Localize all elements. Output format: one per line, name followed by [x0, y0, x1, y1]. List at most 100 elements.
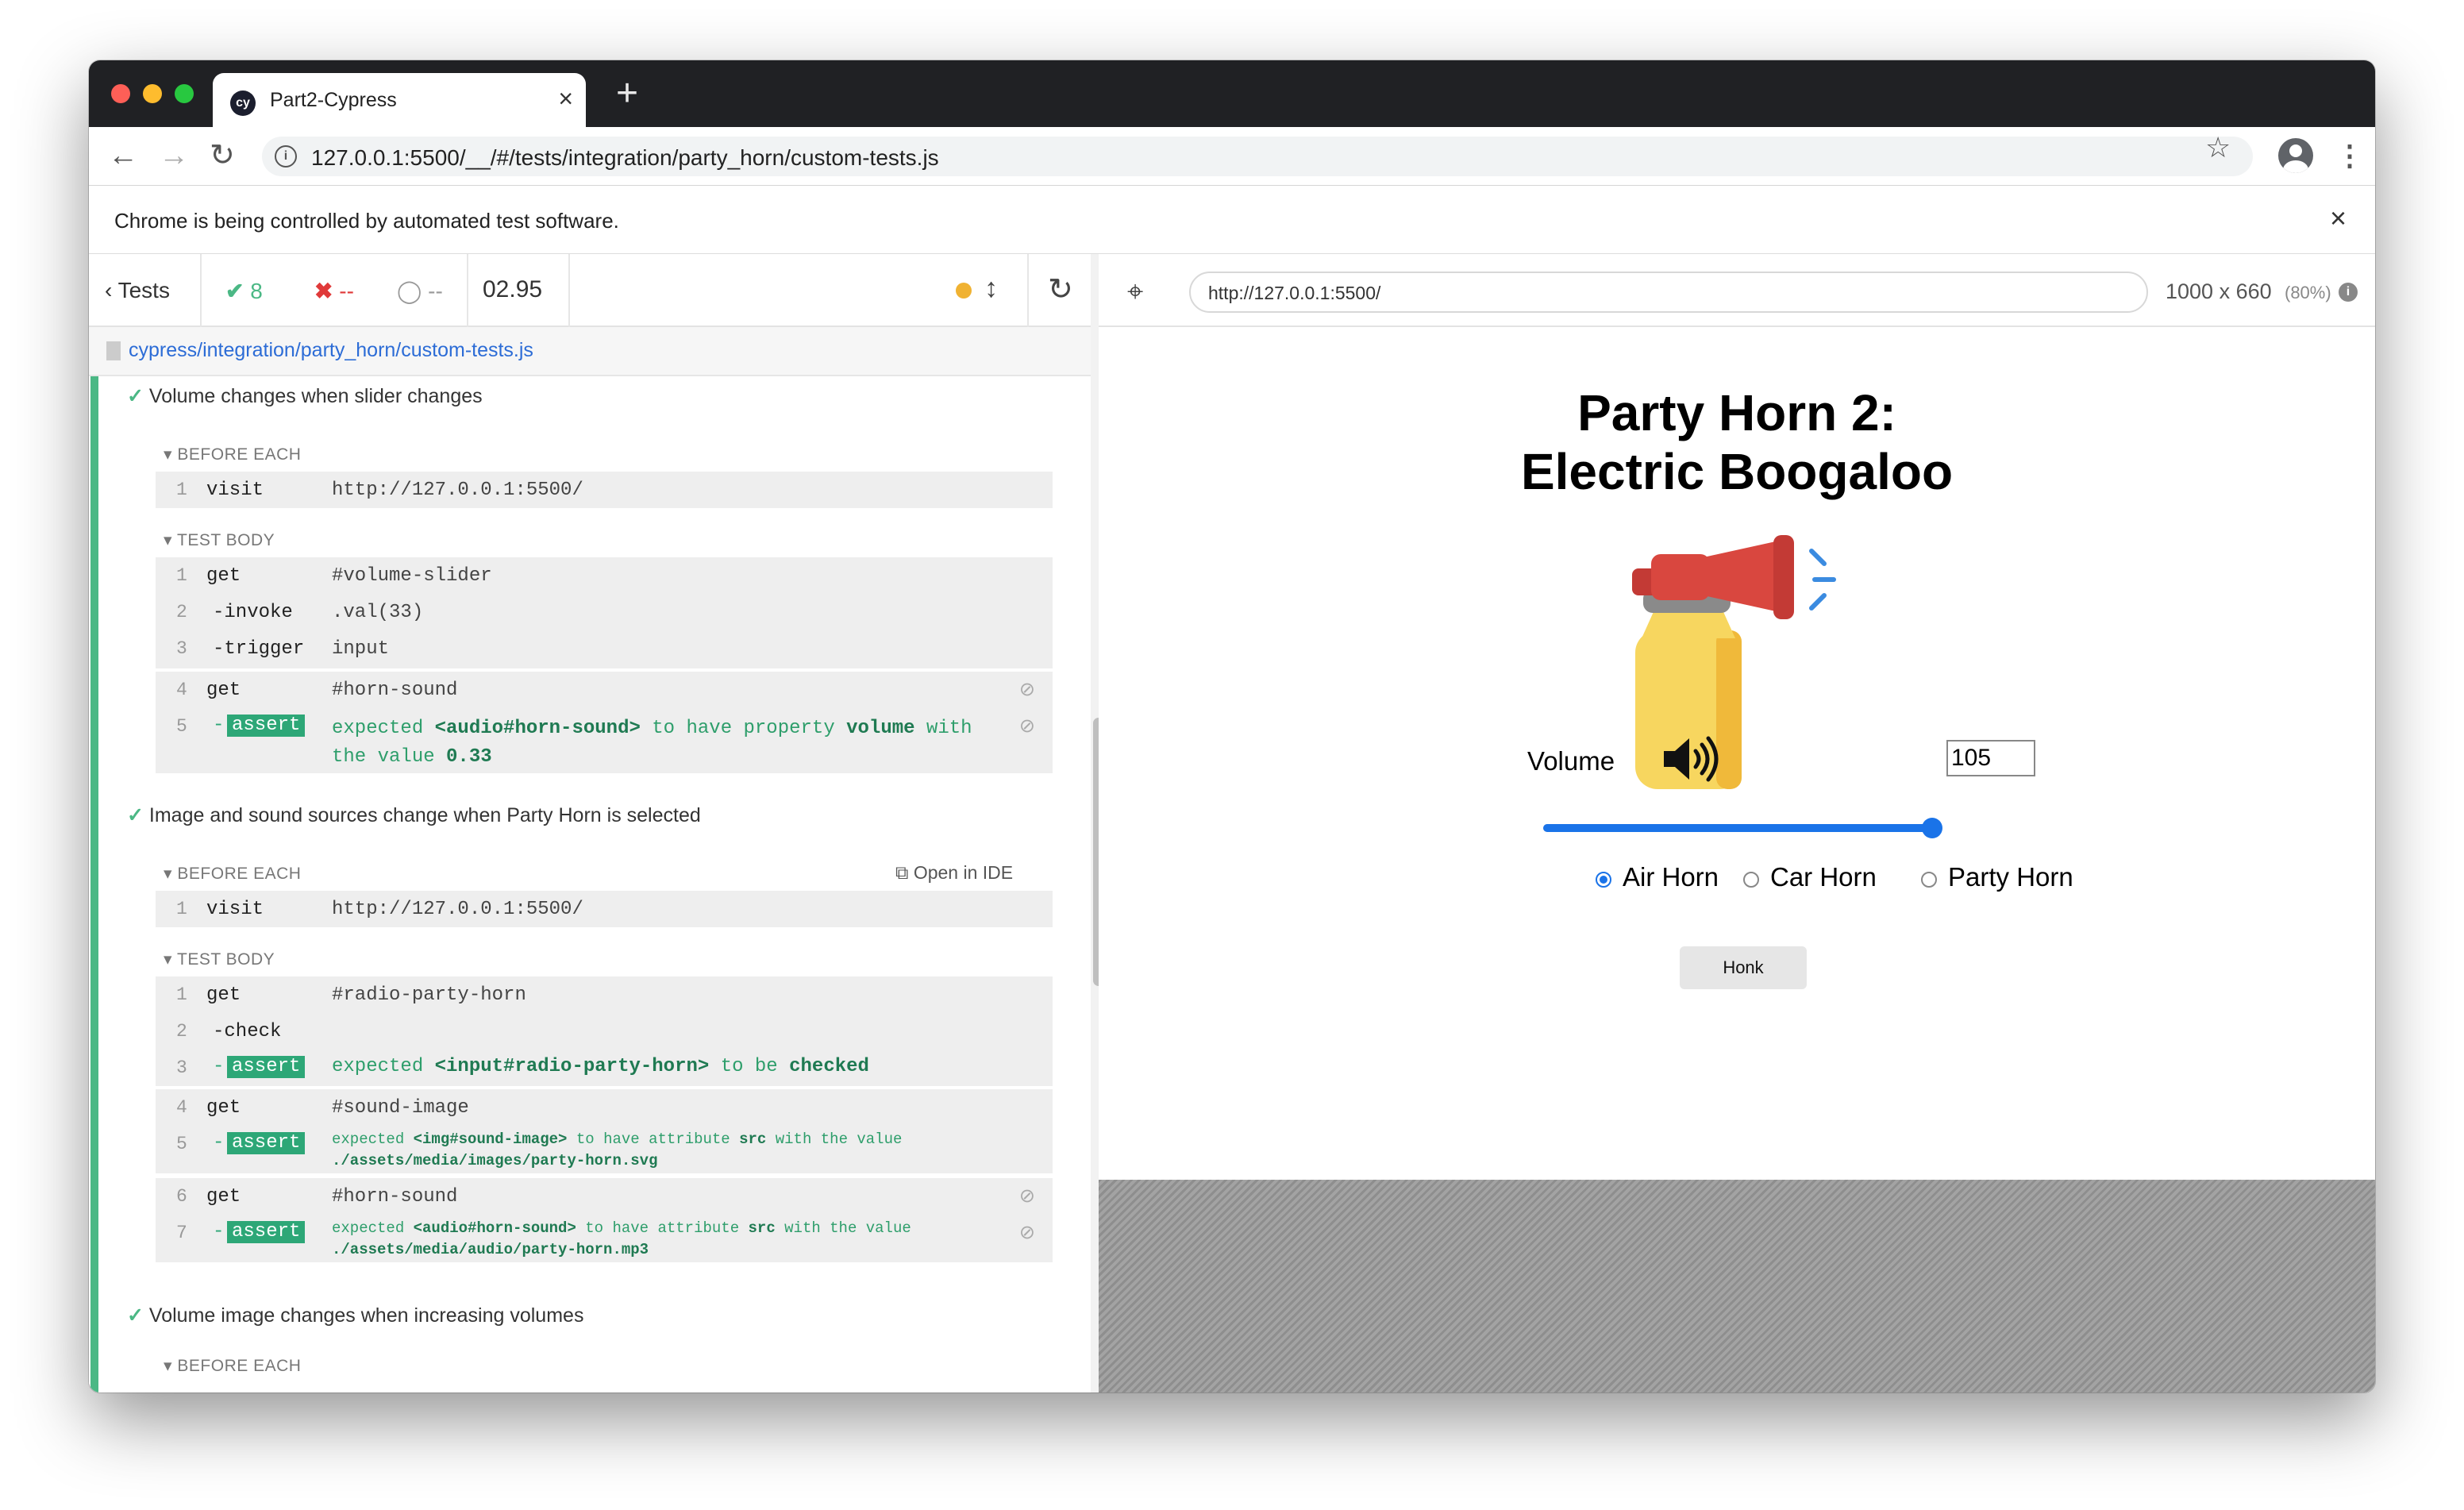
automation-infobar: Chrome is being controlled by automated … [89, 186, 2375, 254]
page-title-line-1: Party Horn 2: [1577, 384, 1896, 441]
assert-message: expected <input#radio-party-horn> to be … [332, 1056, 869, 1077]
test-3-title[interactable]: ✓ Volume image changes when increasing v… [127, 1304, 583, 1327]
check-icon: ✔ [225, 279, 244, 303]
infobar-close-icon[interactable]: × [2330, 202, 2347, 235]
file-icon [106, 341, 121, 360]
automation-notice: Chrome is being controlled by automated … [114, 209, 619, 233]
assert-badge: assert [227, 1132, 306, 1154]
volume-slider[interactable] [1543, 818, 1942, 838]
info-icon[interactable]: i [2339, 283, 2358, 302]
zoom-window-light[interactable] [175, 84, 194, 103]
command-row[interactable]: 4 get #sound-image [156, 1089, 1053, 1126]
check-icon: ✓ [127, 804, 144, 826]
assert-row[interactable]: 5 - assert expected <audio#horn-sound> t… [156, 708, 1053, 772]
honk-button[interactable]: Honk [1680, 946, 1807, 989]
assert-row[interactable]: 5 - assert expected <img#sound-image> to… [156, 1126, 1053, 1172]
tab-bar: cy Part2-Cypress × + [89, 60, 2375, 127]
tests-back-button[interactable]: ‹ Tests [105, 278, 170, 303]
slider-fill [1543, 824, 1932, 832]
back-arrow-icon[interactable]: ← [108, 138, 138, 173]
external-link-icon: ⧉ [895, 862, 909, 883]
running-status-dot [956, 283, 972, 299]
browser-tab[interactable]: cy Part2-Cypress × [213, 73, 586, 127]
command-row[interactable]: 4 get #horn-sound ⊘ [156, 672, 1053, 708]
aut-toolbar: ⌖ http://127.0.0.1:5500/ 1000 x 660 (80%… [1099, 254, 2375, 327]
cypress-reporter: ‹ Tests ✔ 8 ✖ -- ◯ -- 02.95 ↕ ↻ cypress/… [89, 254, 1105, 1393]
slider-thumb[interactable] [1922, 818, 1942, 838]
bookmark-star-icon[interactable]: ☆ [2205, 131, 2231, 164]
hook-before-each[interactable]: ▾ BEFORE EACH [164, 1356, 301, 1376]
assert-message: expected <audio#horn-sound> to have prop… [332, 718, 972, 768]
car-horn-radio[interactable] [1743, 872, 1759, 888]
viewport-size: 1000 x 660 [2166, 279, 2272, 303]
test-1-title[interactable]: ✓ Volume changes when slider changes [127, 384, 483, 408]
tests-label: Tests [117, 278, 170, 302]
check-icon: ✓ [127, 385, 144, 407]
hook-test-body[interactable]: ▾ TEST BODY [164, 530, 275, 550]
speaker-icon [1664, 736, 1719, 782]
omnibox-url[interactable]: 127.0.0.1:5500/__/#/tests/integration/pa… [311, 145, 939, 171]
reporter-toolbar: ‹ Tests ✔ 8 ✖ -- ◯ -- 02.95 ↕ ↻ [89, 254, 1099, 327]
x-icon: ✖ [314, 279, 333, 303]
command-row[interactable]: 3 -trigger input [156, 630, 1053, 667]
test-2-title[interactable]: ✓ Image and sound sources change when Pa… [127, 803, 701, 827]
browser-window: cy Part2-Cypress × + ← → ↻ i 127.0.0.1:5… [89, 60, 2375, 1393]
kebab-menu-icon[interactable]: ⋮ [2335, 140, 2364, 171]
passed-count: 8 [250, 279, 263, 303]
omnibox[interactable]: i 127.0.0.1:5500/__/#/tests/integration/… [262, 137, 2253, 176]
assert-badge: assert [227, 1056, 306, 1078]
tab-close-icon[interactable]: × [558, 84, 573, 114]
test-list: ✓ Volume changes when slider changes ▾ B… [89, 376, 1091, 1393]
volume-label: Volume [1527, 746, 1615, 776]
air-horn-label[interactable]: Air Horn [1623, 862, 1719, 892]
failed-count: -- [339, 279, 354, 303]
failed-stat: ✖ -- [314, 278, 354, 304]
site-info-icon[interactable]: i [275, 145, 297, 168]
check-icon: ✓ [127, 1304, 144, 1327]
assert-message: expected <audio#horn-sound> to have attr… [332, 1219, 911, 1258]
command-group: 4 get #sound-image 5 - assert expected <… [156, 1089, 1053, 1173]
command-group: 4 get #horn-sound ⊘ 5 - assert expected … [156, 672, 1053, 773]
new-tab-button[interactable]: + [616, 75, 638, 113]
command-row[interactable]: 2 -check [156, 1013, 1053, 1050]
auto-scroll-icon[interactable]: ↕ [984, 273, 998, 304]
spec-path-link[interactable]: cypress/integration/party_horn/custom-te… [129, 339, 533, 362]
command-row[interactable]: 6 get #horn-sound ⊘ [156, 1178, 1053, 1215]
chevron-left-icon: ‹ [105, 278, 113, 302]
crosshair-icon[interactable]: ⌖ [1127, 275, 1143, 309]
car-horn-label[interactable]: Car Horn [1770, 862, 1877, 892]
close-window-light[interactable] [111, 84, 130, 103]
tab-title: Part2-Cypress [270, 89, 397, 111]
profile-icon[interactable] [2278, 138, 2313, 173]
spinner-icon: ◯ [397, 279, 422, 303]
open-in-ide-link[interactable]: ⧉ Open in IDE [895, 862, 1013, 884]
hook-test-body[interactable]: ▾ TEST BODY [164, 950, 275, 969]
reload-icon[interactable]: ↻ [210, 138, 235, 173]
party-horn-label[interactable]: Party Horn [1948, 862, 2073, 892]
app-under-test-panel: ⌖ http://127.0.0.1:5500/ 1000 x 660 (80%… [1099, 254, 2375, 1393]
forward-arrow-icon[interactable]: → [159, 138, 189, 173]
command-group: 6 get #horn-sound ⊘ 7 - assert expected … [156, 1178, 1053, 1262]
command-row[interactable]: 1 visit http://127.0.0.1:5500/ [156, 891, 1053, 927]
assert-row[interactable]: 7 - assert expected <audio#horn-sound> t… [156, 1215, 1053, 1261]
hook-before-each[interactable]: ▾ BEFORE EACH [164, 445, 301, 464]
command-row[interactable]: 2 -invoke .val(33) [156, 594, 1053, 630]
minimize-window-light[interactable] [143, 84, 162, 103]
assert-message: expected <img#sound-image> to have attri… [332, 1131, 903, 1169]
eye-slash-icon: ⊘ [1018, 715, 1035, 737]
command-row[interactable]: 1 get #volume-slider [156, 557, 1053, 594]
assert-row[interactable]: 3 - assert expected <input#radio-party-h… [156, 1050, 1053, 1086]
air-horn-radio[interactable] [1596, 872, 1611, 888]
aut-url: http://127.0.0.1:5500/ [1208, 283, 1381, 303]
eye-slash-icon: ⊘ [1018, 1185, 1035, 1207]
rerun-icon[interactable]: ↻ [1048, 272, 1073, 307]
pending-count: -- [428, 279, 443, 303]
cypress-favicon-icon: cy [230, 91, 256, 116]
hook-before-each[interactable]: ▾ BEFORE EACH [164, 864, 301, 884]
pending-stat: ◯ -- [397, 278, 443, 304]
command-row[interactable]: 1 get #radio-party-horn [156, 976, 1053, 1013]
command-row[interactable]: 1 visit http://127.0.0.1:5500/ [156, 472, 1053, 508]
party-horn-radio[interactable] [1921, 872, 1937, 888]
volume-number-input[interactable] [1946, 740, 2035, 776]
aut-url-bar[interactable]: http://127.0.0.1:5500/ [1189, 272, 2148, 313]
